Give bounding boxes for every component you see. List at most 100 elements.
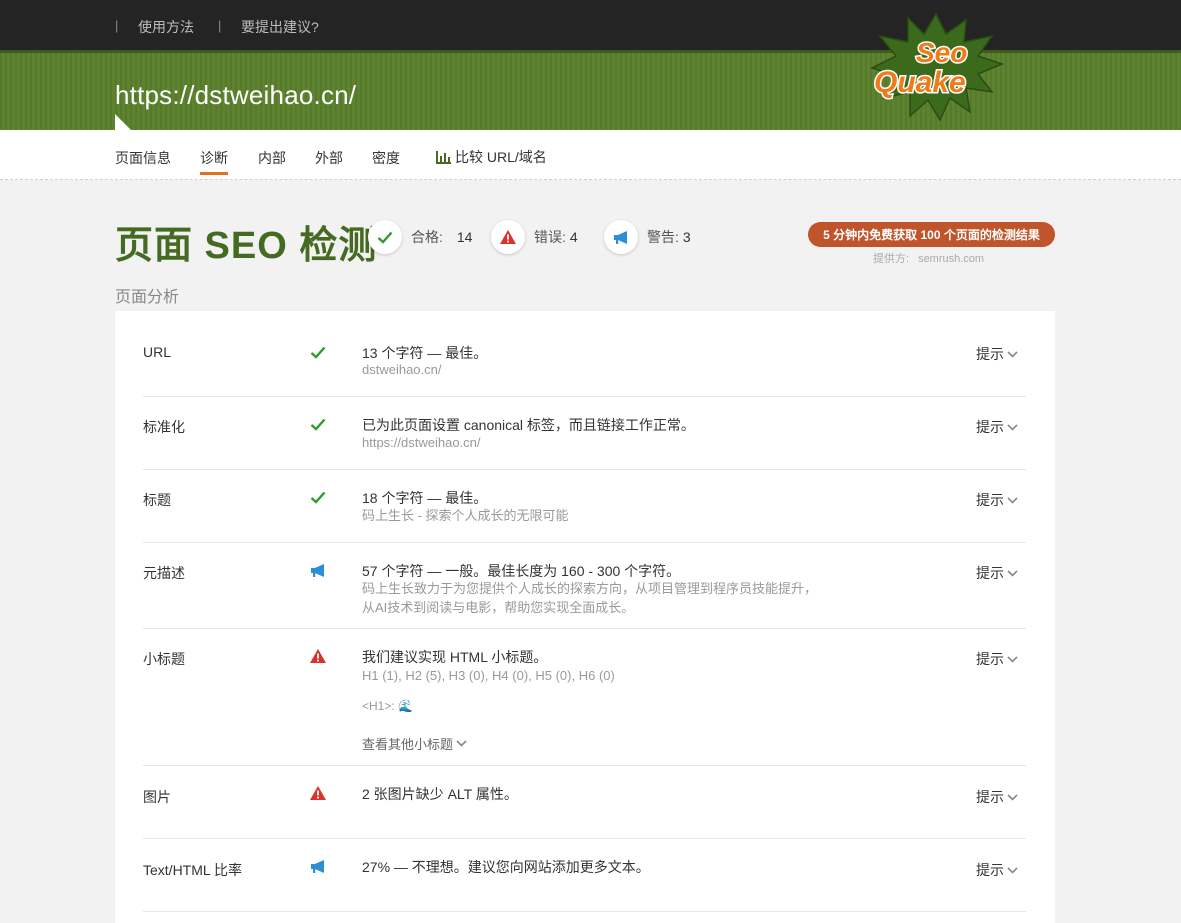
usage-link[interactable]: 使用方法	[138, 17, 194, 37]
row-label: 元描述	[143, 565, 185, 581]
row-main-text: 27% — 不理想。建议您向网站添加更多文本。	[362, 859, 650, 875]
status-ok-icon	[308, 487, 328, 507]
analysis-row-title: 标题 18 个字符 — 最佳。 码上生长 - 探索个人成长的无限可能 提示	[143, 470, 1026, 543]
row-main-text: 已为此页面设置 canonical 标签，而且链接工作正常。	[362, 417, 695, 433]
hint-toggle[interactable]: 提示	[976, 649, 1018, 669]
provider-line: 提供方: semrush.com	[873, 250, 984, 266]
tab-compare-label: 比较 URL/域名	[455, 149, 547, 165]
pass-stat: 合格: 14	[368, 220, 472, 254]
row-label: 标准化	[143, 419, 185, 435]
row-sub-text: 码上生长致力于为您提供个人成长的探索方向，从项目管理到程序员技能提升，	[362, 581, 818, 596]
pass-circle	[368, 220, 402, 254]
nav-separator: |	[218, 18, 222, 33]
logo-word-quake: Quake	[874, 66, 966, 99]
chevron-down-icon	[456, 740, 467, 747]
warn-stat: 警告: 3	[604, 220, 691, 254]
chevron-down-icon	[1007, 496, 1018, 504]
analysis-row-canonical: 标准化 已为此页面设置 canonical 标签，而且链接工作正常。 https…	[143, 397, 1026, 470]
row-sub-text-2: 从AI技术到阅读与电影，帮助您实现全面成长。	[362, 600, 635, 615]
tab-page-info[interactable]: 页面信息	[115, 148, 171, 168]
error-stat: 错误: 4	[491, 220, 578, 254]
row-main-text: 我们建议实现 HTML 小标题。	[362, 649, 548, 665]
heading-counts: H1 (1), H2 (5), H3 (0), H4 (0), H5 (0), …	[362, 668, 615, 683]
analysis-row-url: URL 13 个字符 — 最佳。 dstweihao.cn/ 提示	[143, 311, 1026, 397]
pass-count: 14	[456, 229, 473, 245]
hint-toggle[interactable]: 提示	[976, 563, 1018, 583]
error-circle	[491, 220, 525, 254]
error-count: 4	[569, 229, 578, 245]
hint-label: 提示	[976, 346, 1004, 362]
hint-label: 提示	[976, 492, 1004, 508]
chevron-down-icon	[1007, 655, 1018, 663]
tab-compare[interactable]: 比较 URL/域名	[436, 147, 547, 167]
row-main-text: 2 张图片缺少 ALT 属性。	[362, 786, 518, 802]
hint-label: 提示	[976, 789, 1004, 805]
logo-word-seo: Seo	[916, 37, 967, 68]
chevron-down-icon	[1007, 866, 1018, 874]
more-label: 查看其他小标题	[362, 737, 454, 752]
h1-label: <H1>:	[362, 699, 395, 713]
row-label: Text/HTML 比率	[143, 862, 243, 878]
chevron-down-icon	[1007, 569, 1018, 577]
row-label: 标题	[143, 492, 171, 508]
row-main-text: 18 个字符 — 最佳。	[362, 490, 488, 506]
status-error-icon	[308, 646, 328, 666]
tab-density[interactable]: 密度	[372, 148, 400, 168]
tab-diagnosis[interactable]: 诊断	[200, 148, 228, 175]
tab-bar: 页面信息 诊断 内部 外部 密度 比较 URL/域名	[0, 130, 1181, 180]
status-warn-icon	[308, 856, 328, 876]
warn-label: 警告:	[647, 229, 679, 245]
error-triangle-icon	[500, 230, 516, 244]
page-url-title: https://dstweihao.cn/	[115, 80, 357, 110]
pass-label: 合格:	[411, 229, 443, 245]
megaphone-icon	[613, 230, 627, 244]
provider-label: 提供方:	[873, 253, 910, 265]
status-warn-icon	[308, 560, 328, 580]
analysis-row-meta-description: 元描述 57 个字符 — 一般。最佳长度为 160 - 300 个字符。 码上生…	[143, 543, 1026, 629]
warn-circle	[604, 220, 638, 254]
banner-notch	[115, 114, 131, 130]
hint-toggle[interactable]: 提示	[976, 490, 1018, 510]
chevron-down-icon	[1007, 350, 1018, 358]
row-label: URL	[143, 344, 172, 360]
nav-separator: |	[115, 18, 119, 33]
row-sub-text: 码上生长 - 探索个人成长的无限可能	[362, 508, 569, 523]
seoquake-logo[interactable]: Seo Quake	[866, 12, 1006, 122]
chevron-down-icon	[1007, 793, 1018, 801]
row-sub-text: https://dstweihao.cn/	[362, 435, 481, 450]
hint-label: 提示	[976, 419, 1004, 435]
status-ok-icon	[308, 342, 328, 362]
analysis-panel: URL 13 个字符 — 最佳。 dstweihao.cn/ 提示 标准化 已为…	[115, 311, 1055, 923]
row-label: 图片	[143, 789, 171, 805]
view-other-headings-link[interactable]: 查看其他小标题	[362, 734, 467, 753]
hint-toggle[interactable]: 提示	[976, 860, 1018, 880]
h1-entry: <H1>: 🌊	[362, 697, 413, 716]
hint-label: 提示	[976, 651, 1004, 667]
status-error-icon	[308, 783, 328, 803]
hint-label: 提示	[976, 862, 1004, 878]
row-label: 小标题	[143, 651, 185, 667]
chevron-down-icon	[1007, 423, 1018, 431]
page-title: 页面 SEO 检测	[115, 225, 378, 267]
tab-internal[interactable]: 内部	[258, 148, 286, 168]
hint-toggle[interactable]: 提示	[976, 417, 1018, 437]
hint-label: 提示	[976, 565, 1004, 581]
status-ok-icon	[308, 414, 328, 434]
hint-toggle[interactable]: 提示	[976, 344, 1018, 364]
section-title: 页面分析	[115, 289, 180, 306]
analysis-row-headings: 小标题 我们建议实现 HTML 小标题。 H1 (1), H2 (5), H3 …	[143, 629, 1026, 766]
wave-emoji-icon: 🌊	[398, 699, 413, 713]
error-label: 错误:	[534, 229, 566, 245]
hint-toggle[interactable]: 提示	[976, 787, 1018, 807]
bar-chart-icon	[436, 151, 451, 164]
row-main-text: 57 个字符 — 一般。最佳长度为 160 - 300 个字符。	[362, 563, 681, 579]
check-icon	[377, 231, 393, 244]
row-sub-text: dstweihao.cn/	[362, 362, 442, 377]
warn-count: 3	[682, 229, 691, 245]
tab-external[interactable]: 外部	[315, 148, 343, 168]
provider-name[interactable]: semrush.com	[918, 253, 984, 265]
suggest-link[interactable]: 要提出建议?	[241, 17, 319, 37]
analysis-row-text-html-ratio: Text/HTML 比率 27% — 不理想。建议您向网站添加更多文本。 提示	[143, 839, 1026, 912]
promo-button[interactable]: 5 分钟内免费获取 100 个页面的检测结果	[808, 222, 1055, 247]
analysis-row-images: 图片 2 张图片缺少 ALT 属性。 提示	[143, 766, 1026, 839]
